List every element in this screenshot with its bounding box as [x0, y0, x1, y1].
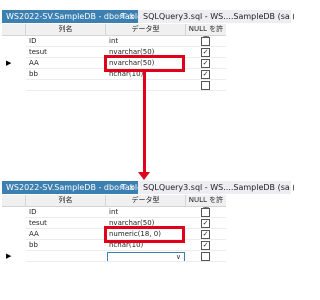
allow-nulls-cell: ✓ [186, 218, 226, 229]
table-row[interactable]: ID int [2, 36, 226, 47]
row-selector[interactable] [2, 80, 26, 91]
row-selector-current[interactable]: ▶ [2, 251, 26, 262]
allow-nulls-cell [186, 80, 226, 91]
allow-nulls-checkbox[interactable] [201, 252, 210, 261]
column-name-cell[interactable]: ID [26, 207, 106, 218]
row-selector[interactable] [2, 229, 26, 240]
close-icon[interactable]: × [128, 181, 135, 194]
tab-sql-query[interactable]: SQLQuery3.sql - WS....SampleDB (sa (53))… [140, 181, 294, 194]
tab-table-designer[interactable]: WS2022-SV.SampleDB - dbo.Table_1* ⊕ × [2, 181, 138, 194]
column-name-cell[interactable]: tesut [26, 218, 106, 229]
allow-nulls-checkbox[interactable]: ✓ [201, 219, 210, 228]
table-row-new[interactable]: ▶ ∨ [2, 251, 226, 262]
allow-nulls-cell: ✓ [186, 229, 226, 240]
pin-icon[interactable]: ⊕ [119, 10, 125, 23]
grid-header: 列名 データ型 NULL を許容 [2, 24, 226, 44]
column-name-cell[interactable] [26, 80, 106, 91]
allow-nulls-cell: ✓ [186, 69, 226, 80]
document-tabstrip: WS2022-SV.SampleDB - dbo.Table_1* ⊕ × SQ… [2, 10, 294, 23]
header-column-name: 列名 [26, 24, 106, 35]
allow-nulls-cell [186, 207, 226, 218]
allow-nulls-checkbox[interactable]: ✓ [201, 70, 210, 79]
row-selector[interactable] [2, 207, 26, 218]
red-arrow-head [138, 172, 150, 180]
row-selector-current[interactable]: ▶ [2, 58, 26, 69]
allow-nulls-cell [186, 251, 226, 262]
row-selector[interactable] [2, 218, 26, 229]
close-icon[interactable]: × [128, 10, 135, 23]
allow-nulls-checkbox[interactable]: ✓ [201, 241, 210, 250]
allow-nulls-cell: ✓ [186, 47, 226, 58]
header-allow-nulls: NULL を許容 [188, 25, 224, 44]
tab-label: SQLQuery3.sql - WS....SampleDB (sa (53))… [143, 12, 294, 21]
header-data-type: データ型 [106, 24, 186, 35]
column-name-cell[interactable]: tesut [26, 47, 106, 58]
chevron-down-icon[interactable]: ∨ [176, 253, 181, 261]
header-selector [2, 195, 26, 206]
header-allow-nulls: NULL を許容 [188, 196, 224, 215]
column-name-cell[interactable] [26, 251, 106, 262]
data-type-cell[interactable] [106, 80, 186, 91]
data-type-cell: ∨ [106, 251, 186, 262]
table-row[interactable]: ID int [2, 207, 226, 218]
pin-icon[interactable]: ⊕ [119, 181, 125, 194]
table-row-new[interactable] [2, 80, 226, 91]
allow-nulls-checkbox[interactable]: ✓ [201, 230, 210, 239]
document-tabstrip: WS2022-SV.SampleDB - dbo.Table_1* ⊕ × SQ… [2, 181, 294, 194]
allow-nulls-checkbox[interactable]: ✓ [201, 59, 210, 68]
allow-nulls-checkbox[interactable] [201, 81, 210, 90]
allow-nulls-cell [186, 36, 226, 47]
tab-sql-query[interactable]: SQLQuery3.sql - WS....SampleDB (sa (53))… [140, 10, 294, 23]
tab-table-designer[interactable]: WS2022-SV.SampleDB - dbo.Table_1* ⊕ × [2, 10, 138, 23]
allow-nulls-checkbox[interactable] [201, 208, 210, 217]
allow-nulls-cell: ✓ [186, 58, 226, 69]
red-arrow-line [143, 72, 146, 174]
highlight-box [104, 55, 185, 72]
allow-nulls-checkbox[interactable]: ✓ [201, 48, 210, 57]
row-selector[interactable] [2, 47, 26, 58]
tab-label: SQLQuery3.sql - WS....SampleDB (sa (53))… [143, 183, 294, 192]
designer-panel-after: WS2022-SV.SampleDB - dbo.Table_1* ⊕ × SQ… [2, 181, 294, 271]
header-data-type: データ型 [106, 195, 186, 206]
designer-panel-before: WS2022-SV.SampleDB - dbo.Table_1* ⊕ × SQ… [2, 10, 294, 98]
column-name-cell[interactable]: AA [26, 58, 106, 69]
highlight-box [104, 226, 185, 243]
allow-nulls-cell: ✓ [186, 240, 226, 251]
allow-nulls-checkbox[interactable] [201, 37, 210, 46]
grid-header: 列名 データ型 NULL を許容 [2, 195, 226, 215]
row-selector[interactable] [2, 69, 26, 80]
column-name-cell[interactable]: ID [26, 36, 106, 47]
header-column-name: 列名 [26, 195, 106, 206]
row-selector[interactable] [2, 36, 26, 47]
column-name-cell[interactable]: AA [26, 229, 106, 240]
data-type-cell[interactable]: int [106, 207, 186, 218]
column-name-cell[interactable]: bb [26, 240, 106, 251]
data-type-cell[interactable]: int [106, 36, 186, 47]
row-selector[interactable] [2, 240, 26, 251]
column-name-cell[interactable]: bb [26, 69, 106, 80]
header-selector [2, 24, 26, 35]
data-type-dropdown[interactable]: ∨ [107, 252, 185, 261]
